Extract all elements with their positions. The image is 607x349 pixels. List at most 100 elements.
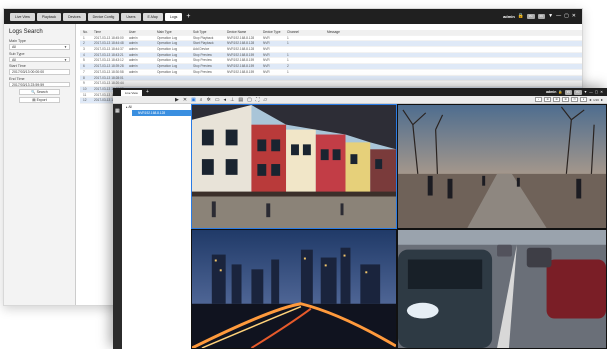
layout-16-icon[interactable]: ⊞ <box>562 97 570 102</box>
layout-4-icon[interactable]: ⊞ <box>544 97 552 102</box>
record-icon[interactable]: ▭ <box>215 96 220 104</box>
next-page-icon[interactable]: ▸ <box>601 97 603 102</box>
table-cell: NVR <box>263 58 270 63</box>
table-cell: NVR192.168.8.128 <box>227 41 255 46</box>
table-cell: 2017-03-13 18:20:44 <box>94 81 124 86</box>
add-tab-button[interactable]: + <box>186 13 190 21</box>
cpu-indicator: Pc <box>564 89 573 95</box>
search-button-label: Search <box>36 90 48 94</box>
table-cell: admin <box>129 41 138 46</box>
video-grid <box>191 104 607 349</box>
audio-icon[interactable]: ◂ <box>224 96 227 104</box>
close-icon[interactable]: ✕ <box>572 13 576 19</box>
minimize-icon[interactable]: — <box>556 13 561 19</box>
table-cell <box>323 58 582 63</box>
export-button[interactable]: ▤ Export <box>19 97 60 103</box>
add-tab-button[interactable]: + <box>146 89 149 95</box>
table-cell: Operation Log <box>157 35 178 40</box>
table-cell <box>125 81 153 86</box>
table-cell: Operation Log <box>157 52 178 57</box>
col-no[interactable]: No. <box>80 30 90 35</box>
table-cell: Operation Log <box>157 58 178 63</box>
table-cell: 1 <box>287 58 289 63</box>
video-cell-4[interactable] <box>397 229 607 349</box>
menu-icon[interactable]: ▼ <box>584 90 587 94</box>
pin-icon[interactable]: ⊥ <box>230 96 234 104</box>
stream-icon[interactable]: ▤ <box>238 96 243 104</box>
layout-custom-icon[interactable]: ⊡ <box>571 97 579 102</box>
screenshot-icon[interactable]: ▣ <box>191 96 196 104</box>
tab-device-config[interactable]: Device Config <box>87 13 120 21</box>
minimize-icon[interactable]: — <box>589 90 593 94</box>
tab-logs[interactable]: Logs <box>164 13 183 21</box>
layout-1-icon[interactable]: ▪ <box>535 97 543 102</box>
table-cell <box>283 47 323 52</box>
col-sub-type[interactable]: Sub Type <box>189 30 223 35</box>
main-type-value: All <box>12 45 16 49</box>
table-cell <box>153 81 189 86</box>
layout-more-icon[interactable]: ▾ <box>580 97 588 102</box>
dusk-street-camera-image <box>398 105 606 228</box>
table-cell <box>259 81 283 86</box>
main-type-label: Main Type <box>9 39 26 43</box>
tab-users[interactable]: Users <box>121 13 141 21</box>
zoom-icon[interactable]: ⌕ <box>200 96 203 104</box>
lock-icon[interactable]: 🔒 <box>558 90 562 94</box>
maximize-icon[interactable]: ▢ <box>595 90 598 94</box>
cast-icon[interactable]: ▱ <box>263 96 267 104</box>
display-icon[interactable]: ▢ <box>247 96 252 104</box>
table-cell: 2017-03-13 18:45:00 <box>94 35 124 40</box>
col-channel[interactable]: Channel <box>283 30 323 35</box>
col-main-type[interactable]: Main Type <box>153 30 189 35</box>
export-icon: ▤ <box>32 98 36 102</box>
close-icon[interactable]: ✕ <box>600 90 603 94</box>
lock-icon[interactable]: 🔒 <box>518 13 524 19</box>
export-button-label: Export <box>36 98 47 102</box>
table-cell: 2017-03-13 18:43:12 <box>94 58 124 63</box>
sub-type-select[interactable]: All ▼ <box>9 56 70 62</box>
table-cell: 1 <box>287 35 289 40</box>
layout-9-icon[interactable]: ⊞ <box>553 97 561 102</box>
table-cell <box>283 76 323 81</box>
col-device-name[interactable]: Device Name <box>223 30 259 35</box>
video-cell-2[interactable] <box>397 104 607 229</box>
menu-icon[interactable]: ▼ <box>548 13 553 19</box>
tab-devices[interactable]: Devices <box>63 13 86 21</box>
table-cell <box>323 81 582 86</box>
start-time-field[interactable]: 2017/03/13 00:00:00 <box>9 69 70 75</box>
table-cell: 10 <box>83 86 87 91</box>
close-all-icon[interactable]: ✕ <box>183 96 187 104</box>
start-time-label: Start Time <box>9 64 26 68</box>
tab-live-view[interactable]: Live View <box>10 13 35 21</box>
chevron-down-icon: ▼ <box>64 57 67 62</box>
col-device-type[interactable]: Device Type <box>259 30 283 35</box>
table-cell <box>323 41 582 46</box>
table-cell: 2017-03-13 18:39:28 <box>94 64 124 69</box>
panel-title: Logs Search <box>9 29 43 35</box>
video-cell-1[interactable] <box>191 104 397 229</box>
prev-page-icon[interactable]: ◂ <box>589 97 591 102</box>
table-cell: NVR192.168.8.159 <box>227 52 255 57</box>
tree-device-item[interactable]: NVR192.168.8.128 <box>132 110 191 116</box>
table-cell <box>153 76 189 81</box>
video-cell-3[interactable] <box>191 229 397 349</box>
tab-playback[interactable]: Playback <box>36 13 62 21</box>
col-message[interactable]: Message <box>323 30 582 35</box>
table-cell: Stop Preview <box>193 52 212 57</box>
search-button[interactable]: 🔍 Search <box>19 89 60 95</box>
fullscreen-icon[interactable]: ⛶ <box>256 96 260 104</box>
end-time-field[interactable]: 2017/03/13 23:59:59 <box>9 81 70 87</box>
ptz-icon[interactable]: ✲ <box>207 96 211 104</box>
table-cell <box>283 81 323 86</box>
device-tree-icon[interactable]: ▦ <box>115 108 120 114</box>
play-icon[interactable]: ▶ <box>175 96 179 104</box>
main-type-select[interactable]: All ▼ <box>9 44 70 50</box>
col-user[interactable]: User <box>125 30 153 35</box>
tab-e-map[interactable]: E-Map <box>142 13 163 21</box>
table-cell: NVR192.168.8.159 <box>227 69 255 74</box>
col-time[interactable]: Time <box>90 30 125 35</box>
table-cell <box>323 36 582 41</box>
sub-type-value: All <box>12 57 16 62</box>
table-cell <box>323 47 582 52</box>
maximize-icon[interactable]: ▢ <box>564 13 569 19</box>
